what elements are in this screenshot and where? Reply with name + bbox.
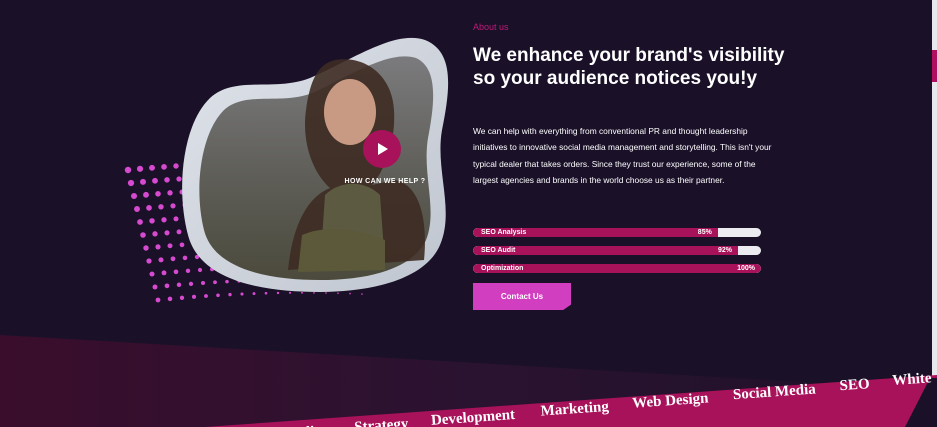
dot <box>137 219 143 225</box>
dot <box>164 177 170 183</box>
dot <box>167 296 173 302</box>
dot <box>152 177 158 184</box>
skill-percent: 85% <box>697 229 712 236</box>
section-headline: We enhance your brand's visibility so yo… <box>473 45 785 89</box>
dot <box>149 218 155 224</box>
contact-us-button[interactable]: Contact Us <box>473 283 571 310</box>
play-button[interactable] <box>363 130 401 168</box>
dot <box>167 243 173 249</box>
dot <box>130 192 138 200</box>
dot <box>161 270 167 276</box>
dot <box>155 244 161 250</box>
section-description: We can help with everything from convent… <box>473 126 772 185</box>
dot <box>164 230 170 236</box>
blob-shape <box>182 37 449 292</box>
dot <box>170 256 176 262</box>
skill-percent: 92% <box>717 247 732 254</box>
skill-label: SEO Audit <box>481 247 516 254</box>
skill-bar-seo-analysis: SEO Analysis 85% <box>473 228 761 237</box>
dot <box>158 257 164 263</box>
dot <box>152 231 158 237</box>
skill-bar-optimization: Optimization 100% <box>473 264 761 273</box>
dot <box>146 258 152 264</box>
dot <box>146 205 152 211</box>
services-marquee: BrandingStrategyDevelopmentMarketingWeb … <box>0 335 937 427</box>
dot <box>173 269 179 275</box>
dot <box>124 166 132 174</box>
dot <box>158 204 164 210</box>
hero-visual: HOW CAN WE HELP ? <box>120 25 470 335</box>
dot <box>143 245 149 251</box>
dot <box>164 283 170 289</box>
skill-bar-seo-audit: SEO Audit 92% <box>473 246 761 255</box>
dot <box>167 190 173 196</box>
skill-label: Optimization <box>481 265 524 272</box>
play-icon <box>378 143 388 155</box>
skill-label: SEO Analysis <box>481 229 527 236</box>
dot <box>173 216 179 222</box>
dot <box>161 164 167 170</box>
dot <box>143 191 149 198</box>
dot <box>155 190 161 197</box>
dot <box>173 163 179 169</box>
dot <box>140 232 146 238</box>
skill-percent: 100% <box>737 265 755 272</box>
dot <box>149 164 155 171</box>
dot <box>134 206 140 212</box>
marquee-item: White <box>892 370 933 389</box>
video-caption: HOW CAN WE HELP ? <box>344 178 426 185</box>
dot <box>140 178 146 185</box>
scrollbar-thumb[interactable] <box>932 50 937 82</box>
section-label: About us <box>473 22 509 32</box>
dot <box>136 165 144 172</box>
dot <box>155 297 161 303</box>
dot <box>149 271 155 277</box>
dot <box>127 179 135 187</box>
dot <box>152 284 158 290</box>
marquee-item: SEO <box>839 376 870 394</box>
dot <box>161 217 167 223</box>
dot <box>170 203 176 209</box>
video-blob: HOW CAN WE HELP ? <box>180 30 460 305</box>
